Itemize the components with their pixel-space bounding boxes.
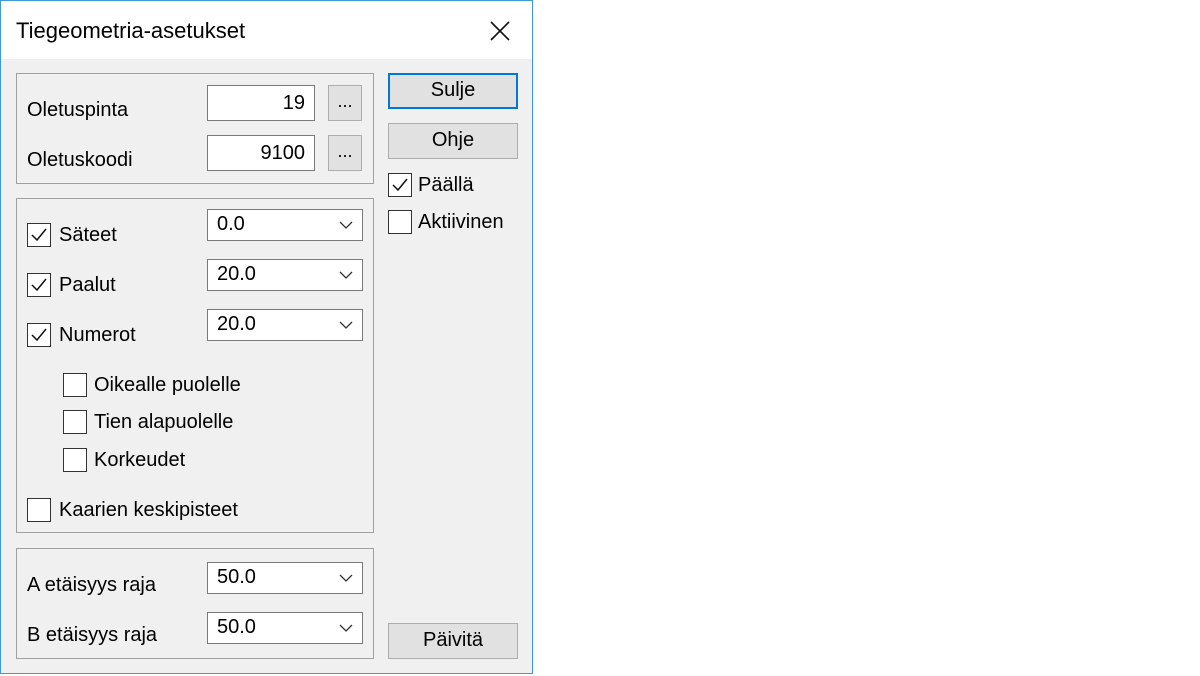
- right-side-checkbox[interactable]: [63, 373, 87, 397]
- stations-value: 20.0: [217, 263, 256, 285]
- numbers-label: Numerot: [59, 324, 136, 346]
- arc-midpoints-label: Kaarien keskipisteet: [59, 499, 238, 521]
- stations-checkbox[interactable]: [27, 273, 51, 297]
- on-label: Päällä: [418, 174, 474, 196]
- checkmark-icon: [31, 228, 47, 242]
- active-label: Aktiivinen: [418, 211, 504, 233]
- chevron-down-icon: [339, 221, 353, 229]
- chevron-down-icon: [339, 574, 353, 582]
- default-surface-label: Oletuspinta: [27, 99, 129, 121]
- close-icon: [490, 21, 510, 41]
- on-checkbox[interactable]: [388, 173, 412, 197]
- dialog-title: Tiegeometria-asetukset: [16, 18, 246, 43]
- chevron-down-icon: [339, 271, 353, 279]
- settings-dialog: Tiegeometria-asetukset Oletuspinta 19 ..…: [0, 0, 533, 674]
- a-distance-label: A etäisyys raja: [27, 574, 156, 596]
- radii-checkbox[interactable]: [27, 223, 51, 247]
- arc-midpoints-checkbox[interactable]: [27, 498, 51, 522]
- below-road-label: Tien alapuolelle: [94, 411, 234, 433]
- checkmark-icon: [392, 178, 408, 192]
- below-road-checkbox[interactable]: [63, 410, 87, 434]
- right-side-label: Oikealle puolelle: [94, 374, 241, 396]
- a-distance-value: 50.0: [217, 566, 256, 588]
- display-group: [16, 198, 374, 533]
- active-checkbox[interactable]: [388, 210, 412, 234]
- elevations-label: Korkeudet: [94, 449, 186, 471]
- browse-code-button[interactable]: ...: [328, 135, 362, 171]
- b-distance-label: B etäisyys raja: [27, 624, 158, 646]
- a-distance-dropdown[interactable]: 50.0: [207, 562, 363, 594]
- browse-surface-button[interactable]: ...: [328, 85, 362, 121]
- close-window-button[interactable]: [477, 13, 523, 49]
- checkmark-icon: [31, 328, 47, 342]
- chevron-down-icon: [339, 321, 353, 329]
- title-bar: Tiegeometria-asetukset: [1, 1, 532, 59]
- b-distance-value: 50.0: [217, 616, 256, 638]
- radii-value: 0.0: [217, 213, 245, 235]
- checkmark-icon: [31, 278, 47, 292]
- stations-label: Paalut: [59, 274, 116, 296]
- chevron-down-icon: [339, 624, 353, 632]
- default-code-input[interactable]: 9100: [207, 135, 315, 171]
- b-distance-dropdown[interactable]: 50.0: [207, 612, 363, 644]
- numbers-value: 20.0: [217, 313, 256, 335]
- elevations-checkbox[interactable]: [63, 448, 87, 472]
- default-surface-input[interactable]: 19: [207, 85, 315, 121]
- numbers-dropdown[interactable]: 20.0: [207, 309, 363, 341]
- radii-label: Säteet: [59, 224, 117, 246]
- stations-dropdown[interactable]: 20.0: [207, 259, 363, 291]
- radii-dropdown[interactable]: 0.0: [207, 209, 363, 241]
- refresh-button[interactable]: Päivitä: [388, 623, 518, 659]
- close-button[interactable]: Sulje: [388, 73, 518, 109]
- default-code-label: Oletuskoodi: [27, 149, 133, 171]
- help-button[interactable]: Ohje: [388, 123, 518, 159]
- numbers-checkbox[interactable]: [27, 323, 51, 347]
